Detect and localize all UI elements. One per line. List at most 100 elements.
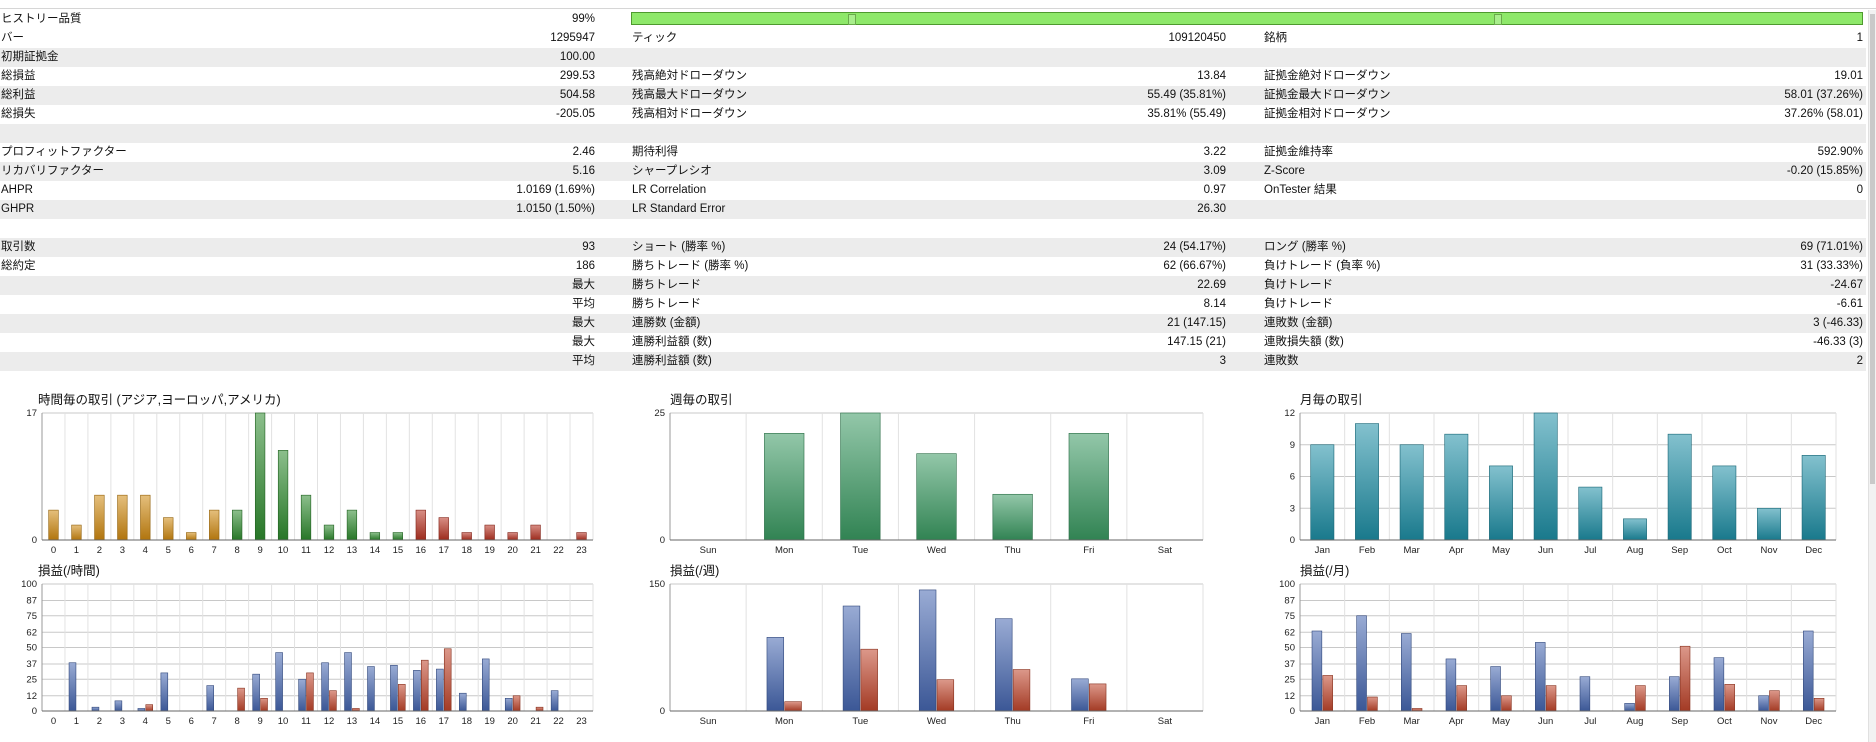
bar [209,509,220,541]
stats-label-col2: 連勝利益額 (数) [632,336,712,348]
profit-bar [1713,657,1725,712]
stats-label-col3: 証拠金相対ドローダウン [1264,108,1391,120]
stats-row: プロフィットファクター 2.46 期待利得 3.22 証拠金維持率 592.90% [0,143,1866,162]
stats-label-col1: GHPR [1,203,35,215]
stats-label-col1: バー [1,32,24,44]
y-tick-label: 9 [1290,440,1295,451]
stats-value-col1: 186 [575,260,595,272]
y-tick-label: 0 [32,535,37,546]
loss-bar [1088,683,1107,712]
profit-bar [1071,678,1089,712]
chart-month-pl: 損益(/月) 0 12 25 37 50 62 75 87 100 Jan Feb Mar Apr May J… [1279,563,1837,727]
x-tick-label: 15 [393,545,404,556]
loss-bar [1724,684,1735,712]
stats-value-col1: 最大 [572,279,595,291]
y-tick-label: 87 [1284,596,1295,607]
stats-row: 総約定 186 勝ちトレード (勝率 %) 62 (66.67%) 負けトレード (負率… [0,257,1866,276]
stats-row: 最大 勝ちトレード 22.69 負けトレード -24.67 [0,276,1866,295]
stats-value-col1: 5.16 [572,165,595,177]
x-tick-label: 9 [257,716,262,727]
bar [48,509,59,541]
profit-bar [436,668,444,712]
stats-value-col2: 22.69 [1197,279,1226,291]
stats-row [0,371,1866,390]
x-tick-label: Mar [1403,716,1419,727]
stats-value-col3: 31 (33.33%) [1800,260,1863,272]
loss-bar [237,687,245,712]
bar [300,494,312,541]
scrollbar-thumb[interactable] [1870,14,1875,484]
x-tick-label: 1 [74,716,79,727]
profit-bar [1356,615,1367,712]
y-tick-label: 87 [26,596,37,607]
profit-bar [481,658,490,712]
stats-label-col3: OnTester 結果 [1264,184,1337,196]
stats-label-col2: 期待利得 [632,146,678,158]
stats-value-col3: -24.67 [1830,279,1863,291]
x-tick-label: 0 [51,545,56,556]
profit-bar [206,685,214,712]
stats-label-col3: 負けトレード (負率 %) [1264,260,1381,272]
x-tick-label: 16 [416,716,427,727]
stats-label-col2: 残高相対ドローダウン [632,108,747,120]
bar [392,532,403,541]
x-tick-label: 10 [278,716,289,727]
stats-row [0,219,1866,238]
stats-row: リカバリファクター 5.16 シャープレシオ 3.09 Z-Score -0.20 (15… [0,162,1866,181]
x-tick-label: 3 [120,716,125,727]
y-tick-label: 0 [660,706,665,717]
loss-bar [1411,708,1423,712]
stats-label-col2: ティック [632,32,678,44]
x-tick-label: Jan [1315,545,1330,556]
stats-label-col2: LR Correlation [632,184,707,196]
stats-label-col2: LR Standard Error [632,203,726,215]
stats-value-col2: 109120450 [1168,32,1226,44]
loss-bar [860,648,878,712]
y-tick-label: 75 [1284,611,1295,622]
loss-bar [398,684,406,712]
bar [576,532,587,541]
y-tick-label: 62 [26,627,37,638]
profit-bar [298,678,306,712]
x-tick-label: 21 [530,716,541,727]
x-tick-label: 10 [278,545,289,556]
stats-row: GHPR 1.0150 (1.50%) LR Standard Error 26.30 [0,200,1866,219]
stats-value-col1: 最大 [572,336,595,348]
stats-value-col3: 592.90% [1817,146,1863,158]
bar [323,524,335,541]
x-tick-label: Sun [700,545,717,556]
y-tick-label: 0 [32,706,37,717]
profit-bar [842,605,861,712]
x-tick-label: Jan [1315,716,1330,727]
x-tick-label: 18 [461,545,472,556]
x-tick-label: Dec [1805,545,1822,556]
x-tick-label: Sun [700,716,717,727]
y-tick-label: 12 [26,691,37,702]
x-tick-label: Nov [1761,716,1778,727]
bar [1578,486,1603,541]
bar [438,517,449,541]
stats-label-col1: リカバリファクター [1,165,105,177]
x-tick-label: Nov [1761,545,1778,556]
stats-row: 総損益 299.53 残高絶対ドローダウン 13.84 証拠金絶対ドローダウン 19.01 [0,67,1866,86]
stats-label-col2: 連勝利益額 (数) [632,355,712,367]
bar [1068,433,1109,541]
loss-bar [443,648,452,712]
y-tick-label: 6 [1290,472,1295,483]
stats-label-col3: 連敗損失額 (数) [1264,336,1344,348]
loss-bar [1322,675,1333,712]
stats-value-col1: 504.58 [559,89,595,101]
x-tick-label: 23 [576,545,587,556]
x-tick-label: 14 [370,545,381,556]
stats-label-col3: 証拠金最大ドローダウン [1264,89,1391,101]
bar [415,509,426,541]
stats-table: ヒストリー品質 99% バー 1295947 ティック 109120450 銘柄 1 初期証… [0,10,1866,390]
bar [1757,507,1781,541]
x-tick-label: 6 [189,545,194,556]
x-tick-label: 7 [212,716,217,727]
stats-label-col3: 証拠金絶対ドローダウン [1264,70,1391,82]
x-tick-label: 8 [234,545,239,556]
stats-value-col2: 0.97 [1203,184,1226,196]
stats-label-col3: 連敗数 (金額) [1264,317,1333,329]
vertical-scrollbar[interactable] [1868,10,1876,742]
